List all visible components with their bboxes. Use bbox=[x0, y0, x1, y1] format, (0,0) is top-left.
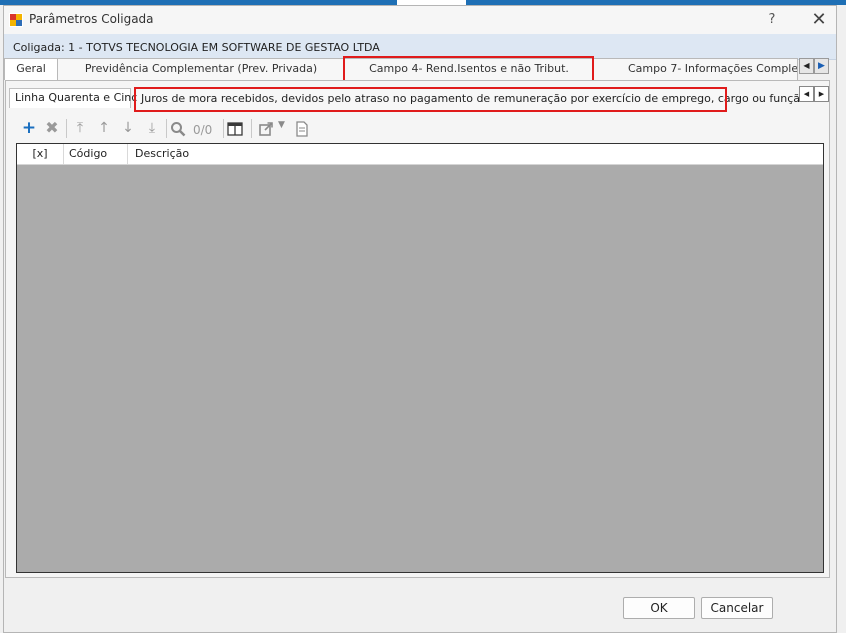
tab-scroll-right-button[interactable]: ▶ bbox=[814, 58, 829, 74]
help-button[interactable]: ? bbox=[761, 9, 783, 31]
grid-header: [x] Código Descrição bbox=[17, 144, 823, 165]
data-grid[interactable]: [x] Código Descrição bbox=[16, 143, 824, 573]
tab-scroll-left-button[interactable]: ◀ bbox=[799, 58, 814, 74]
app-icon bbox=[9, 13, 23, 27]
export-icon[interactable] bbox=[258, 121, 274, 137]
tab-geral[interactable]: Geral bbox=[4, 58, 58, 80]
next-record-icon[interactable]: ↓ bbox=[118, 118, 138, 138]
toolbar-separator bbox=[66, 119, 67, 138]
column-header-descricao[interactable]: Descrição bbox=[128, 144, 328, 164]
close-button[interactable]: ✕ bbox=[807, 9, 831, 31]
tab-previdencia-complementar[interactable]: Previdência Complementar (Prev. Privada) bbox=[57, 58, 345, 80]
subtab-linha-quarenta-e-cinco[interactable]: Linha Quarenta e Cinco bbox=[9, 88, 144, 108]
chevron-down-icon[interactable]: ▼ bbox=[278, 120, 285, 130]
subtab-scroll-right-button[interactable]: ▶ bbox=[814, 86, 829, 102]
column-header-select[interactable]: [x] bbox=[17, 144, 64, 164]
title-bar: Parâmetros Coligada ? ✕ bbox=[4, 6, 836, 34]
delete-icon[interactable]: ✖ bbox=[42, 118, 62, 138]
highlight-box bbox=[134, 87, 727, 112]
toolbar-separator bbox=[223, 119, 224, 138]
ok-button[interactable]: OK bbox=[623, 597, 695, 619]
record-counter: 0/0 bbox=[193, 123, 213, 137]
column-header-codigo[interactable]: Código bbox=[64, 144, 128, 164]
window-title: Parâmetros Coligada bbox=[29, 12, 154, 26]
subtab-scroll-left-button[interactable]: ◀ bbox=[799, 86, 814, 102]
highlight-box bbox=[343, 56, 594, 83]
cancel-button[interactable]: Cancelar bbox=[701, 597, 773, 619]
toolbar-separator bbox=[166, 119, 167, 138]
first-record-icon[interactable]: ⤒ bbox=[70, 118, 90, 138]
last-record-icon[interactable]: ⤓ bbox=[142, 118, 162, 138]
document-icon[interactable] bbox=[295, 121, 309, 137]
previous-record-icon[interactable]: ↑ bbox=[94, 118, 114, 138]
columns-icon[interactable] bbox=[227, 121, 243, 137]
coligada-label: Coligada: 1 - TOTVS TECNOLOGIA EM SOFTWA… bbox=[13, 41, 380, 54]
search-icon[interactable] bbox=[170, 121, 186, 137]
background-window bbox=[836, 5, 846, 633]
toolbar-separator bbox=[251, 119, 252, 138]
tab-campo-7[interactable]: Campo 7- Informações Complementares bbox=[593, 58, 798, 80]
add-icon[interactable]: + bbox=[19, 118, 39, 138]
